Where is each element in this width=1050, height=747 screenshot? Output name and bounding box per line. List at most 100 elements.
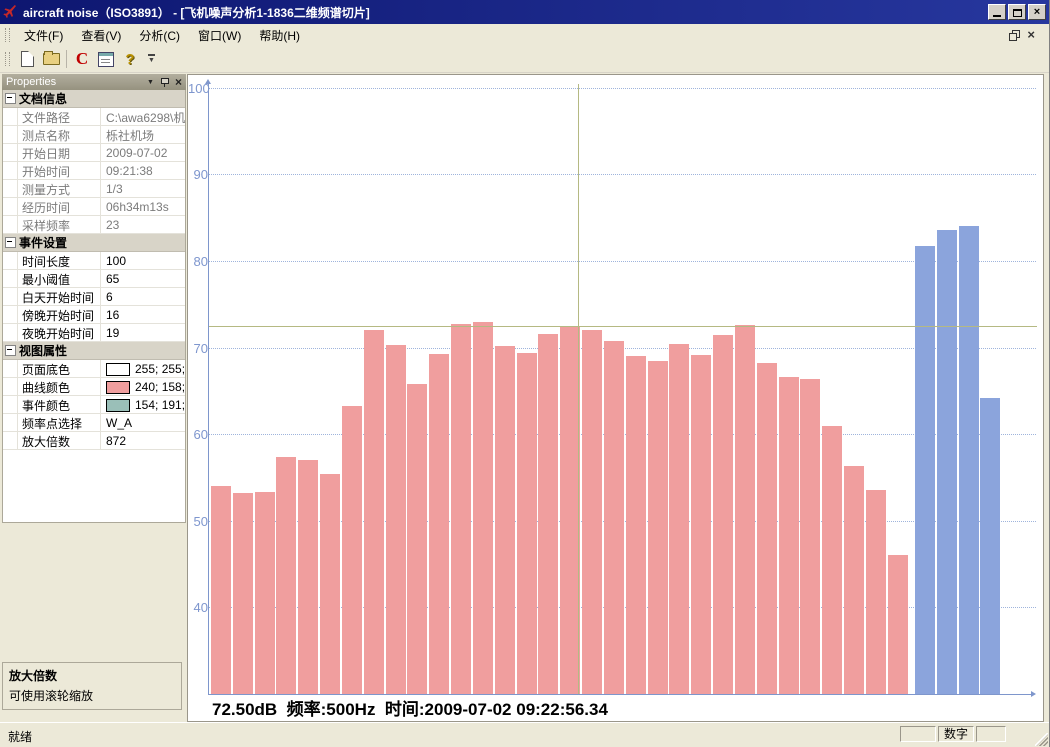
menu-bar: 文件(F)查看(V)分析(C)窗口(W)帮助(H) × xyxy=(0,24,1049,46)
menu-item[interactable]: 分析(C) xyxy=(130,25,189,46)
properties-panel-header[interactable]: Properties ▼ × xyxy=(2,74,186,90)
title-bar[interactable]: aircraft noise（ISO3891） - [飞机噪声分析1-1836二… xyxy=(0,0,1049,24)
menu-item[interactable]: 窗口(W) xyxy=(189,25,250,46)
property-label: 采样频率 xyxy=(18,216,101,233)
spectrum-band-bar xyxy=(691,355,711,694)
y-gridline xyxy=(208,174,1036,175)
section-header[interactable]: 视图属性 xyxy=(3,342,185,360)
property-value: 06h34m13s xyxy=(101,198,185,215)
close-button[interactable]: × xyxy=(1028,4,1046,20)
minimize-icon xyxy=(993,15,1001,17)
properties-panel-title: Properties xyxy=(6,76,56,88)
toolbar-overflow-button[interactable]: ▼ xyxy=(148,54,155,65)
menu-bar-items: 文件(F)查看(V)分析(C)窗口(W)帮助(H) xyxy=(15,25,309,46)
property-label: 曲线颜色 xyxy=(18,378,101,395)
spectrum-band-bar xyxy=(669,344,689,694)
property-row: 时间长度100 xyxy=(3,252,185,270)
property-label: 事件颜色 xyxy=(18,396,101,413)
property-value-text: 240; 158; 15 xyxy=(135,380,185,394)
row-indent xyxy=(3,162,18,179)
property-row: 傍晚开始时间16 xyxy=(3,306,185,324)
collapse-toggle-icon[interactable] xyxy=(5,345,16,356)
crosshair-vertical-line xyxy=(578,84,579,694)
spectrum-band-bar xyxy=(473,322,493,694)
color-swatch xyxy=(106,363,130,376)
mdi-restore-button[interactable] xyxy=(1009,30,1019,40)
collapse-toggle-icon[interactable] xyxy=(5,237,16,248)
spectrum-band-bar xyxy=(364,330,384,694)
c-analysis-button[interactable]: C xyxy=(71,49,93,69)
status-ready-text: 就绪 xyxy=(8,728,32,745)
cursor-readout-text: 72.50dB 频率:500Hz 时间:2009-07-02 09:22:56.… xyxy=(212,695,608,720)
x-axis-arrow-icon xyxy=(1031,691,1036,697)
spectrum-chart-panel: 100908070605040 72.50dB 频率:500Hz 时间:2009… xyxy=(187,74,1044,722)
y-axis-tick-label: 50 xyxy=(188,515,208,528)
maximize-button[interactable] xyxy=(1008,4,1026,20)
property-value[interactable]: W_A xyxy=(101,414,185,431)
open-file-button[interactable] xyxy=(40,49,62,69)
menu-item[interactable]: 帮助(H) xyxy=(250,25,309,46)
property-label: 时间长度 xyxy=(18,252,101,269)
spectrum-band-bar xyxy=(233,493,253,694)
property-value[interactable]: 6 xyxy=(101,288,185,305)
row-indent xyxy=(3,396,18,413)
spectrum-band-bar xyxy=(582,330,602,694)
help-button[interactable]: ? xyxy=(119,49,141,69)
property-value[interactable]: 16 xyxy=(101,306,185,323)
property-row: 文件路径C:\awa6298\机场 xyxy=(3,108,185,126)
spectrum-plot-area[interactable]: 100908070605040 xyxy=(188,75,1043,721)
spectrum-band-bar xyxy=(713,335,733,694)
y-gridline xyxy=(208,88,1036,89)
spectrum-band-bar xyxy=(538,334,558,694)
property-row: 最小阈值65 xyxy=(3,270,185,288)
section-header[interactable]: 文档信息 xyxy=(3,90,185,108)
property-value-text: 09:21:38 xyxy=(106,164,153,178)
open-folder-icon xyxy=(43,53,60,65)
pin-icon[interactable] xyxy=(160,77,169,87)
menubar-grip[interactable] xyxy=(5,28,10,42)
property-value: 2009-07-02 xyxy=(101,144,185,161)
property-value[interactable]: 19 xyxy=(101,324,185,341)
panel-dropdown-icon[interactable]: ▼ xyxy=(147,79,154,86)
section-header[interactable]: 事件设置 xyxy=(3,234,185,252)
property-value: 1/3 xyxy=(101,180,185,197)
property-value-text: 1/3 xyxy=(106,182,123,196)
property-value[interactable]: 872 xyxy=(101,432,185,449)
spectrum-band-bar xyxy=(298,460,318,694)
property-description-box: 放大倍数 可使用滚轮缩放 xyxy=(2,662,182,710)
property-value-text: 154; 191; 18 xyxy=(135,398,185,412)
property-value[interactable]: 255; 255; 25 xyxy=(101,360,185,377)
property-label: 频率点选择 xyxy=(18,414,101,431)
property-value-text: 16 xyxy=(106,308,119,322)
property-label: 页面底色 xyxy=(18,360,101,377)
property-value[interactable]: 65 xyxy=(101,270,185,287)
mdi-close-button[interactable]: × xyxy=(1027,30,1035,40)
property-row: 白天开始时间6 xyxy=(3,288,185,306)
new-document-button[interactable] xyxy=(16,49,38,69)
resize-grip[interactable] xyxy=(1035,733,1048,746)
property-value-text: 6 xyxy=(106,290,113,304)
property-value[interactable]: 100 xyxy=(101,252,185,269)
property-value[interactable]: 240; 158; 15 xyxy=(101,378,185,395)
spectrum-band-bar xyxy=(429,354,449,694)
panel-close-icon[interactable]: × xyxy=(175,77,182,87)
toolbar-grip[interactable] xyxy=(5,52,10,66)
crosshair-horizontal-line xyxy=(209,326,1037,327)
spectrum-band-bar xyxy=(255,492,275,694)
property-value[interactable]: 154; 191; 18 xyxy=(101,396,185,413)
window-title: aircraft noise（ISO3891） - [飞机噪声分析1-1836二… xyxy=(23,4,370,21)
application-window: aircraft noise（ISO3891） - [飞机噪声分析1-1836二… xyxy=(0,0,1050,747)
spectrum-band-bar xyxy=(517,353,537,694)
minimize-button[interactable] xyxy=(988,4,1006,20)
property-value-text: 65 xyxy=(106,272,119,286)
collapse-toggle-icon[interactable] xyxy=(5,93,16,104)
spectrum-band-bar xyxy=(276,457,296,694)
spectrum-band-bar xyxy=(735,325,755,694)
properties-button[interactable] xyxy=(95,49,117,69)
y-gridline xyxy=(208,261,1036,262)
property-label: 文件路径 xyxy=(18,108,101,125)
menu-item[interactable]: 查看(V) xyxy=(72,25,130,46)
property-label: 夜晚开始时间 xyxy=(18,324,101,341)
menu-item[interactable]: 文件(F) xyxy=(15,25,72,46)
status-pane-mode: 数字 xyxy=(938,726,974,742)
